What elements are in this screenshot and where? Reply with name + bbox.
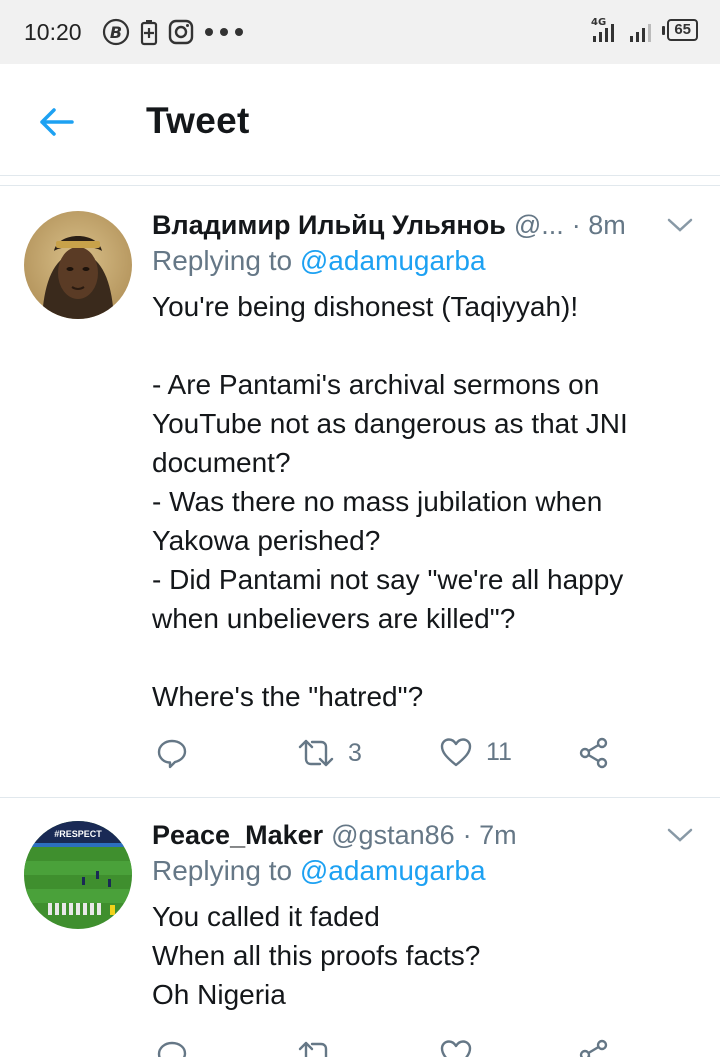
app-header: Tweet [0, 64, 720, 176]
tweet-line: - Was there no mass jubilation when [152, 486, 603, 517]
status-time: 10:20 [24, 19, 82, 45]
chevron-down-icon[interactable] [666, 825, 694, 845]
like-icon [440, 1040, 472, 1057]
status-bar: 10:20 B 4G 65 [0, 0, 720, 64]
network-label: 4G [591, 17, 606, 28]
tweet-timestamp: · 7m [462, 819, 517, 850]
tweet-line: You called it faded [152, 901, 380, 932]
header-separator [0, 185, 720, 186]
retweet-count: 3 [348, 738, 362, 767]
share-icon [579, 1039, 608, 1057]
avatar[interactable]: #RESPECT [24, 821, 132, 929]
instagram-icon [168, 19, 194, 45]
tweet-line: Where's the "hatred"? [152, 681, 424, 712]
system-icons: 4G 65 [590, 16, 698, 44]
tweet-actions: 3 11 [152, 737, 622, 781]
back-arrow-icon [40, 108, 74, 136]
tweet-item[interactable]: #RESPECT Peace_Maker @gstan86 · 7m Reply… [0, 815, 720, 1057]
avatar-image [24, 211, 132, 319]
more-notifications-icon [205, 28, 243, 36]
retweet-button[interactable] [298, 1039, 334, 1057]
share-icon [579, 737, 608, 769]
tweet-header: Владимир Ильйц Ульяноь @... · 8m [152, 205, 626, 245]
tweet-line: document? [152, 447, 291, 478]
tweet-line [152, 638, 692, 677]
reply-button[interactable] [156, 737, 188, 769]
mention-link[interactable]: @adamugarba [300, 855, 486, 886]
battery-saver-icon [140, 20, 158, 46]
retweet-icon [298, 1041, 328, 1057]
tweet-line: Oh Nigeria [152, 979, 286, 1010]
display-name[interactable]: Владимир Ильйц Ульяноь [152, 210, 506, 241]
user-handle[interactable]: @... [514, 210, 564, 241]
like-button[interactable] [440, 1039, 472, 1057]
retweet-icon [298, 739, 334, 767]
tweet-header: Peace_Maker @gstan86 · 7m [152, 815, 517, 855]
tweet-line: Yakowa perished? [152, 525, 381, 556]
tweet-line: when unbelievers are killed"? [152, 603, 516, 634]
chevron-down-icon[interactable] [666, 215, 694, 235]
battery-icon: 65 [662, 19, 698, 41]
tweet-item[interactable]: Владимир Ильйц Ульяноь @... · 8m Replyin… [0, 205, 720, 795]
replying-to: Replying to @adamugarba [152, 245, 486, 277]
like-button[interactable]: 11 [440, 737, 512, 767]
svg-text:B: B [110, 23, 122, 42]
tweet-line: YouTube not as dangerous as that JNI [152, 408, 628, 439]
tweet-line [152, 326, 692, 365]
share-button[interactable] [578, 737, 610, 769]
tweet-text: You're being dishonest (Taqiyyah)! - Are… [152, 287, 692, 716]
reply-button[interactable] [156, 1039, 188, 1057]
battery-level: 65 [667, 19, 698, 41]
reply-icon [157, 739, 187, 769]
back-button[interactable] [34, 100, 78, 144]
replying-to-label: Replying to [152, 245, 300, 276]
reply-icon [157, 1041, 187, 1057]
signal-icon [630, 24, 652, 42]
share-button[interactable] [578, 1039, 610, 1057]
tweet-line: When all this proofs facts? [152, 940, 481, 971]
display-name[interactable]: Peace_Maker [152, 820, 323, 851]
tweet-line: - Did Pantami not say "we're all happy [152, 564, 624, 595]
user-handle[interactable]: @gstan86 [331, 820, 455, 851]
like-count: 11 [486, 737, 512, 766]
avatar-image: #RESPECT [24, 821, 132, 929]
replying-to-label: Replying to [152, 855, 300, 886]
notification-icons: B [102, 18, 244, 46]
avatar[interactable] [24, 211, 132, 319]
tweet-divider [0, 797, 720, 798]
avatar-banner: #RESPECT [54, 829, 102, 839]
retweet-button[interactable]: 3 [298, 737, 362, 769]
tweet-line: - Are Pantami's archival sermons on [152, 369, 600, 400]
page-title: Tweet [146, 100, 250, 141]
replying-to: Replying to @adamugarba [152, 855, 486, 887]
tweet-text: You called it faded When all this proofs… [152, 897, 692, 1014]
signal-4g-icon: 4G [591, 17, 615, 42]
tweet-actions [152, 1039, 622, 1057]
bitcoin-icon: B [102, 18, 130, 46]
tweet-line: You're being dishonest (Taqiyyah)! [152, 291, 579, 322]
mention-link[interactable]: @adamugarba [300, 245, 486, 276]
like-icon [440, 738, 472, 767]
tweet-timestamp: · 8m [571, 209, 626, 240]
